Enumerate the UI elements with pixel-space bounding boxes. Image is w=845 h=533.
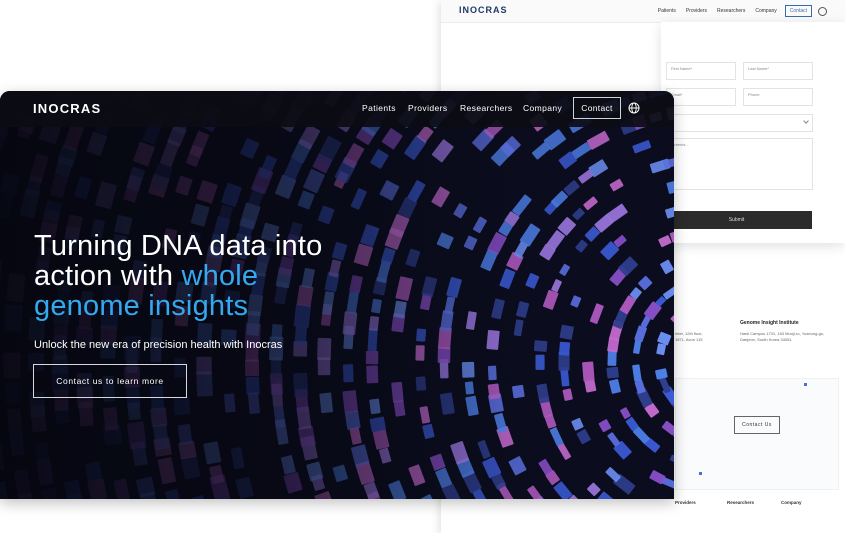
headline-line-1: Turning DNA data into xyxy=(34,230,323,262)
hero-headline: Turning DNA data into action with whole … xyxy=(34,231,322,321)
headline-line-2: action with whole xyxy=(34,261,322,291)
comments-textarea[interactable]: Comments... xyxy=(661,138,813,190)
back-nav-links: Patients Providers Researchers Company C… xyxy=(656,5,827,17)
footer-providers[interactable]: Providers xyxy=(675,500,727,505)
decorative-dot xyxy=(699,472,702,475)
office-title: Genome Insight Institute xyxy=(740,320,799,326)
hero-page-screenshot: INOCRAS Patients Providers Researchers C… xyxy=(0,91,674,499)
headline-highlight: whole xyxy=(181,260,259,292)
nav-researchers[interactable]: Researchers xyxy=(460,103,513,113)
back-nav-company[interactable]: Company xyxy=(753,8,778,14)
chevron-down-icon xyxy=(803,118,809,124)
last-name-field[interactable]: Last Name* xyxy=(743,62,813,80)
first-name-field[interactable]: First Name* xyxy=(666,62,736,80)
back-contact-button[interactable]: Contact xyxy=(784,5,812,17)
contact-form: First Name* Last Name* Email* Phone ile … xyxy=(661,22,845,243)
nav-providers[interactable]: Providers xyxy=(408,103,448,113)
back-footer-links: Providers Researchers Company xyxy=(675,500,802,505)
globe-icon[interactable] xyxy=(818,6,827,16)
role-select[interactable]: ile xyxy=(661,114,813,132)
contact-us-button[interactable]: Contact Us xyxy=(734,416,780,434)
office-address-partial: Inter, 12th floor, 1871, Avon 115 xyxy=(675,331,703,342)
submit-button[interactable]: Submit xyxy=(661,211,812,229)
decorative-dot xyxy=(804,383,807,386)
back-navbar: INOCRAS Patients Providers Researchers C… xyxy=(441,0,845,23)
back-nav-patients[interactable]: Patients xyxy=(656,8,678,14)
contact-us-cta-button[interactable]: Contact us to learn more xyxy=(33,364,187,398)
phone-field[interactable]: Phone xyxy=(743,88,813,106)
office-address: Hanil Campus 1731, 163 Munji-ro, Yuseong… xyxy=(740,331,825,342)
footer-researchers[interactable]: Researchers xyxy=(727,500,781,505)
logo[interactable]: INOCRAS xyxy=(33,101,101,116)
headline-line-3: genome insights xyxy=(34,290,249,322)
email-field[interactable]: Email* xyxy=(666,88,736,106)
contact-button[interactable]: Contact xyxy=(573,97,621,119)
back-nav-providers[interactable]: Providers xyxy=(684,8,709,14)
footer-company[interactable]: Company xyxy=(781,500,802,505)
globe-icon[interactable] xyxy=(628,102,640,114)
back-logo[interactable]: INOCRAS xyxy=(459,5,508,15)
nav-patients[interactable]: Patients xyxy=(362,103,396,113)
hero-subheadline: Unlock the new era of precision health w… xyxy=(34,339,283,351)
back-nav-researchers[interactable]: Researchers xyxy=(715,8,747,14)
nav-company[interactable]: Company xyxy=(523,103,562,113)
headline-line-2-start: action with xyxy=(34,260,182,292)
navbar: INOCRAS Patients Providers Researchers C… xyxy=(0,91,674,127)
